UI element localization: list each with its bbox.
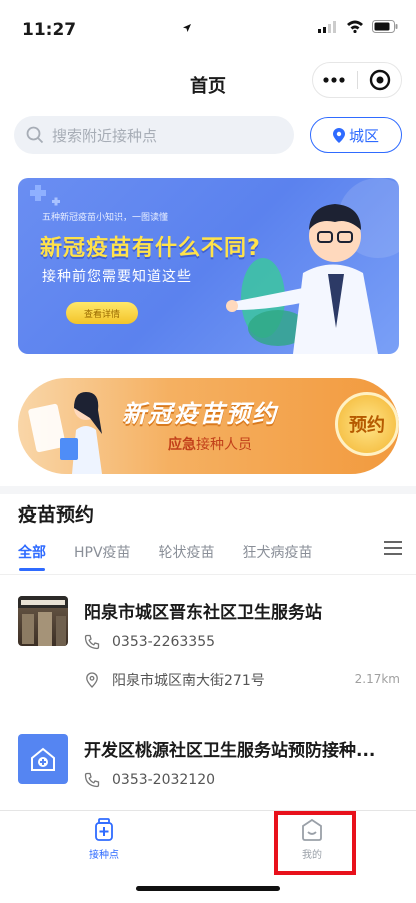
station-thumbnail [18,596,68,646]
mini-program-capsule [312,62,402,98]
vaccine-appointment-banner[interactable]: 新冠疫苗预约 应急接种人员 预约 [18,378,399,474]
active-tab-indicator [19,568,45,571]
tab-rotavirus[interactable]: 轮状疫苗 [159,542,215,566]
station-phone[interactable]: 0353-2263355 [84,634,215,650]
banner-subtitle: 接种前您需要知道这些 [42,269,192,285]
section-divider [0,486,416,494]
appointment-subtitle: 应急接种人员 [168,434,252,454]
location-pin-icon [332,127,345,143]
clinic-icon [31,747,55,771]
tab-hpv[interactable]: HPV疫苗 [74,542,131,566]
station-distance: 2.17km [354,672,400,686]
station-phone[interactable]: 0353-2032120 [84,772,215,788]
city-filter-button[interactable]: 城区 [310,117,402,153]
wifi-icon [347,20,363,33]
vaccine-tabs: 全部 HPV疫苗 轮状疫苗 狂犬病疫苗 [18,542,341,566]
more-icon[interactable] [323,77,345,83]
location-arrow-icon [183,24,191,32]
status-icons [183,20,398,33]
phone-text: 0353-2032120 [112,772,216,788]
phone-icon [84,772,100,788]
tab-rabies[interactable]: 狂犬病疫苗 [243,542,313,566]
appointment-illustration [28,392,102,474]
home-indicator [136,886,280,891]
banner-details-button[interactable]: 查看详情 [66,302,138,324]
location-icon [86,672,98,688]
phone-text: 0353-2263355 [112,634,216,650]
urgent-text: 应急 [168,437,196,453]
subtitle-rest: 接种人员 [196,437,252,453]
station-name[interactable]: 阳泉市城区晋东社区卫生服务站 [84,598,322,623]
vaccine-info-banner[interactable]: 五种新冠疫苗小知识，一图读懂 新冠疫苗有什么不同? 接种前您需要知道这些 查看详… [18,178,399,354]
status-bar: 11:27 [0,0,416,56]
close-mini-program-icon[interactable] [369,69,391,91]
appointment-title: 新冠疫苗预约 [122,400,278,428]
appointment-button[interactable]: 预约 [335,392,399,456]
station-thumbnail [18,734,68,784]
tab-label: 接种点 [89,850,119,861]
banner-title: 新冠疫苗有什么不同? [40,236,261,261]
search-icon [26,126,44,144]
status-time: 11:27 [22,20,77,40]
phone-icon [84,634,100,650]
banner-small-text: 五种新冠疫苗小知识，一图读懂 [42,213,169,223]
station-address: 阳泉市城区南大街271号 [84,670,265,690]
menu-icon[interactable] [384,540,402,556]
building-photo [18,596,68,646]
search-placeholder: 搜索附近接种点 [52,126,158,145]
search-input[interactable]: 搜索附近接种点 [14,116,294,154]
section-title: 疫苗预约 [18,504,95,526]
vaccine-bottle-icon [95,818,113,841]
address-text: 阳泉市城区南大街271号 [112,673,265,689]
tab-vaccination-sites[interactable]: 接种点 [80,818,128,861]
capsule-divider [356,71,358,89]
list-divider [0,574,416,575]
tab-all[interactable]: 全部 [18,542,46,566]
highlight-box [274,811,356,875]
signal-icon [318,20,336,33]
city-label: 城区 [348,126,379,145]
station-name[interactable]: 开发区桃源社区卫生服务站预防接种... [84,736,375,761]
battery-icon [372,20,398,33]
